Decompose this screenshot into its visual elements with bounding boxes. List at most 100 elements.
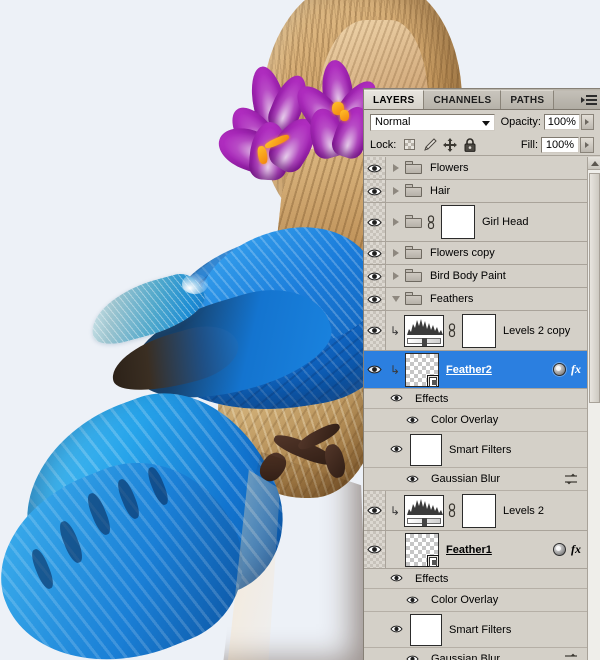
blend-mode-row[interactable]: Normal Opacity: 100% <box>364 110 600 134</box>
visibility-toggle[interactable] <box>402 474 424 485</box>
smart-object-thumbnail[interactable] <box>405 533 439 567</box>
link-mask-icon[interactable] <box>447 503 457 519</box>
panel-tab-strip[interactable]: LAYERS CHANNELS PATHS <box>364 89 600 110</box>
lock-row[interactable]: Lock: Fill: 100% <box>364 134 600 156</box>
layer-row-feathers[interactable]: Feathers <box>364 288 587 311</box>
layer-style-badge-icon[interactable] <box>553 363 566 376</box>
folder-icon <box>405 184 423 198</box>
layer-mask-thumbnail[interactable] <box>462 314 496 348</box>
visibility-toggle[interactable] <box>364 288 386 310</box>
layer-name: Smart Filters <box>449 444 511 456</box>
visibility-toggle[interactable] <box>402 654 424 660</box>
tab-layers[interactable]: LAYERS <box>364 90 424 109</box>
disclosure-triangle-icon[interactable] <box>388 164 403 172</box>
visibility-toggle[interactable] <box>364 491 386 530</box>
folder-icon <box>405 246 423 260</box>
layer-mask-thumbnail[interactable] <box>462 494 496 528</box>
eye-icon <box>406 474 421 485</box>
layer-row-effects[interactable]: Effects <box>364 569 587 589</box>
layer-name: Color Overlay <box>431 414 498 426</box>
eye-icon <box>367 248 382 259</box>
blend-mode-select[interactable]: Normal <box>370 114 495 131</box>
opacity-slider-button[interactable] <box>581 114 594 130</box>
layer-style-badge-icon[interactable] <box>553 543 566 556</box>
visibility-toggle[interactable] <box>386 393 408 404</box>
disclosure-triangle-icon[interactable] <box>388 187 403 195</box>
lock-all-icon[interactable] <box>461 137 478 152</box>
chevron-right-icon <box>585 119 589 125</box>
eye-icon <box>367 271 382 282</box>
folder-icon <box>405 269 423 283</box>
visibility-toggle[interactable] <box>364 242 386 264</box>
fill-input[interactable]: 100% <box>541 137 579 153</box>
visibility-toggle[interactable] <box>386 573 408 584</box>
panel-menu-icon[interactable] <box>578 90 600 109</box>
eye-icon <box>367 163 382 174</box>
layer-row-smart-filters[interactable]: Smart Filters <box>364 612 587 648</box>
visibility-toggle[interactable] <box>402 595 424 606</box>
layer-row-color-overlay[interactable]: Color Overlay <box>364 409 587 432</box>
disclosure-triangle-icon[interactable] <box>388 218 403 226</box>
layers-list[interactable]: Flowers Hair Girl Head <box>364 157 587 660</box>
smart-filter-mask-thumbnail[interactable] <box>410 434 442 466</box>
eye-icon <box>406 595 421 606</box>
levels-adjustment-thumbnail[interactable] <box>404 495 444 527</box>
opacity-input[interactable]: 100% <box>544 114 580 130</box>
layer-row-flowers[interactable]: Flowers <box>364 157 587 180</box>
lock-transparent-pixels-icon[interactable] <box>401 137 418 152</box>
layer-row-gaussian-blur[interactable]: Gaussian Blur <box>364 648 587 660</box>
layer-row-color-overlay[interactable]: Color Overlay <box>364 589 587 612</box>
visibility-toggle[interactable] <box>364 180 386 202</box>
tab-paths[interactable]: PATHS <box>501 90 554 109</box>
layer-row-smart-filters[interactable]: Smart Filters <box>364 432 587 468</box>
layer-row-hair[interactable]: Hair <box>364 180 587 203</box>
layer-name: Gaussian Blur <box>431 473 500 485</box>
layer-row-girl-head[interactable]: Girl Head <box>364 203 587 242</box>
visibility-toggle[interactable] <box>364 265 386 287</box>
layer-row-feather2[interactable]: ↳ Feather2 fx <box>364 351 587 389</box>
layer-row-levels-2-copy[interactable]: ↳ Levels 2 copy <box>364 311 587 351</box>
visibility-toggle[interactable] <box>364 311 386 350</box>
link-mask-icon[interactable] <box>426 214 436 230</box>
visibility-toggle[interactable] <box>402 415 424 426</box>
layer-name: Gaussian Blur <box>431 653 500 660</box>
layers-panel[interactable]: LAYERS CHANNELS PATHS Normal Opacity: 10… <box>363 88 600 660</box>
layer-name: Flowers <box>430 162 469 174</box>
layers-scrollbar[interactable] <box>587 157 600 660</box>
smart-filter-mask-thumbnail[interactable] <box>410 614 442 646</box>
lock-position-icon[interactable] <box>441 137 458 152</box>
link-mask-icon[interactable] <box>447 323 457 339</box>
fill-slider-button[interactable] <box>580 137 594 153</box>
layer-row-flowers-copy[interactable]: Flowers copy <box>364 242 587 265</box>
smart-object-thumbnail[interactable] <box>405 353 439 387</box>
scroll-up-arrow-icon[interactable] <box>588 157 600 170</box>
disclosure-triangle-icon[interactable] <box>388 272 403 280</box>
layer-row-levels-2[interactable]: ↳ Levels 2 <box>364 491 587 531</box>
eye-icon <box>367 186 382 197</box>
fx-icon[interactable]: fx <box>571 362 581 377</box>
visibility-toggle[interactable] <box>386 624 408 635</box>
layer-row-gaussian-blur[interactable]: Gaussian Blur <box>364 468 587 491</box>
layer-row-bird-body-paint[interactable]: Bird Body Paint <box>364 265 587 288</box>
disclosure-triangle-icon[interactable] <box>388 296 403 302</box>
visibility-toggle[interactable] <box>386 444 408 455</box>
visibility-toggle[interactable] <box>364 351 386 388</box>
eye-icon <box>390 444 405 455</box>
scrollbar-thumb[interactable] <box>589 173 600 403</box>
tab-channels[interactable]: CHANNELS <box>424 90 501 109</box>
layer-row-feather1[interactable]: Feather1 fx <box>364 531 587 569</box>
fx-icon[interactable]: fx <box>571 542 581 557</box>
disclosure-triangle-icon[interactable] <box>388 249 403 257</box>
eye-icon <box>367 505 382 516</box>
layer-mask-thumbnail[interactable] <box>441 205 475 239</box>
eye-icon <box>390 393 405 404</box>
visibility-toggle[interactable] <box>364 203 386 241</box>
visibility-toggle[interactable] <box>364 531 386 568</box>
tab-strip-filler <box>554 90 578 109</box>
filter-settings-icon[interactable] <box>563 472 579 486</box>
lock-image-pixels-icon[interactable] <box>421 137 438 152</box>
levels-adjustment-thumbnail[interactable] <box>404 315 444 347</box>
filter-settings-icon[interactable] <box>563 652 579 660</box>
visibility-toggle[interactable] <box>364 157 386 179</box>
layer-row-effects[interactable]: Effects <box>364 389 587 409</box>
